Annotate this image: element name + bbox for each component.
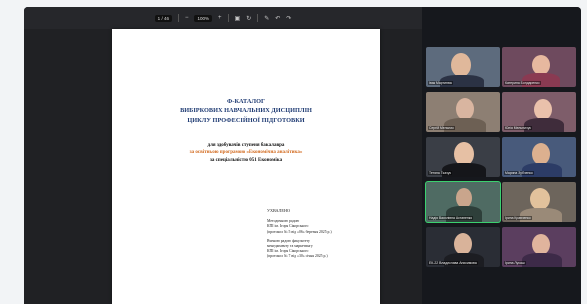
highlight-icon[interactable]: ✎: [264, 15, 269, 22]
program-line: за освітньою програмою «Економічна аналі…: [189, 150, 303, 156]
shared-screen: 1 / 46 − 100% + ▣ ↻ ✎ ↶ ↷ Ф-КАТАЛОГ ВИБІ…: [24, 7, 422, 304]
participant-face: [534, 99, 552, 120]
participant-face: [532, 234, 550, 255]
title-line: ВИБІРКОВИХ НАВЧАЛЬНИХ ДИСЦИПЛІН: [180, 107, 312, 115]
participant-tile[interactable]: Сергій Мельник: [426, 92, 500, 132]
participant-name: Ірина Кравченко: [504, 216, 532, 220]
participant-gallery: Івак Мартинюк Катерина Бондаренко Сергій…: [422, 7, 581, 304]
approval-heading: УХВАЛЕНО: [267, 208, 290, 213]
zoom-level[interactable]: 100%: [194, 14, 212, 22]
participant-face: [454, 233, 472, 255]
participant-tile[interactable]: Тетяна Ткачук: [426, 137, 500, 177]
participant-body: [522, 253, 562, 267]
divider: [177, 14, 179, 22]
participant-face: [532, 55, 550, 75]
participant-name: Катерина Бондаренко: [504, 81, 541, 85]
participant-face: [530, 188, 550, 210]
participant-name: Ірина Лукаш: [504, 261, 526, 265]
approval-line: (протокол № 7 від «30» січня 2025 р.): [267, 254, 328, 259]
title-line: Ф-КАТАЛОГ: [226, 98, 266, 105]
participant-face: [456, 188, 472, 208]
approval-block: УХВАЛЕНО Методичною радою КПІ ім. Ігоря …: [267, 208, 377, 260]
participant-tile[interactable]: Марина Зубченко: [502, 137, 576, 177]
undo-icon[interactable]: ↶: [275, 15, 280, 22]
participant-tile[interactable]: Юлія Мельничук: [502, 92, 576, 132]
participant-tile-active-speaker[interactable]: Надія Василівна Астапенко: [426, 182, 500, 222]
participant-name: Надія Василівна Астапенко: [428, 216, 474, 220]
participant-tile[interactable]: ЕК-22 Владислава Анисимова: [426, 227, 500, 267]
redo-icon[interactable]: ↷: [286, 15, 291, 22]
page-current: 1: [157, 15, 161, 21]
document-title: Ф-КАТАЛОГ ВИБІРКОВИХ НАВЧАЛЬНИХ ДИСЦИПЛІ…: [112, 97, 380, 125]
minus-icon[interactable]: −: [185, 15, 189, 21]
participant-name: Тетяна Ткачук: [428, 171, 452, 175]
participant-tile[interactable]: Катерина Бондаренко: [502, 47, 576, 87]
participant-name: Сергій Мельник: [428, 126, 455, 130]
participant-face: [451, 53, 471, 77]
page-number-input[interactable]: 1 / 46: [154, 14, 172, 22]
participant-tile[interactable]: Івак Мартинюк: [426, 47, 500, 87]
pdf-toolbar: 1 / 46 − 100% + ▣ ↻ ✎ ↶ ↷: [24, 7, 422, 29]
rotate-icon[interactable]: ↻: [246, 15, 251, 22]
divider: [257, 14, 259, 22]
meeting-window: 1 / 46 − 100% + ▣ ↻ ✎ ↶ ↷ Ф-КАТАЛОГ ВИБІ…: [24, 7, 581, 304]
participant-name: Марина Зубченко: [504, 171, 534, 175]
specialty-line: за спеціальністю 051 Економіка: [209, 157, 283, 163]
page-total: / 46: [161, 15, 169, 21]
fit-page-icon[interactable]: ▣: [235, 15, 241, 22]
pdf-page: Ф-КАТАЛОГ ВИБІРКОВИХ НАВЧАЛЬНИХ ДИСЦИПЛІ…: [112, 29, 380, 304]
document-subtitle: для здобувачів ступеня бакалавра за осві…: [112, 142, 380, 164]
participant-name: ЕК-22 Владислава Анисимова: [428, 261, 478, 265]
divider: [227, 14, 229, 22]
participant-face: [532, 143, 550, 165]
participant-face: [456, 98, 474, 120]
plus-icon[interactable]: +: [218, 15, 222, 21]
participant-tile[interactable]: Ірина Лукаш: [502, 227, 576, 267]
for-line: для здобувачів ступеня бакалавра: [207, 143, 285, 148]
title-line: ЦИКЛУ ПРОФЕСІЙНОЇ ПІДГОТОВКИ: [187, 116, 305, 124]
participant-name: Івак Мартинюк: [428, 81, 453, 85]
participant-name: Юлія Мельничук: [504, 126, 532, 130]
participant-tile[interactable]: Ірина Кравченко: [502, 182, 576, 222]
